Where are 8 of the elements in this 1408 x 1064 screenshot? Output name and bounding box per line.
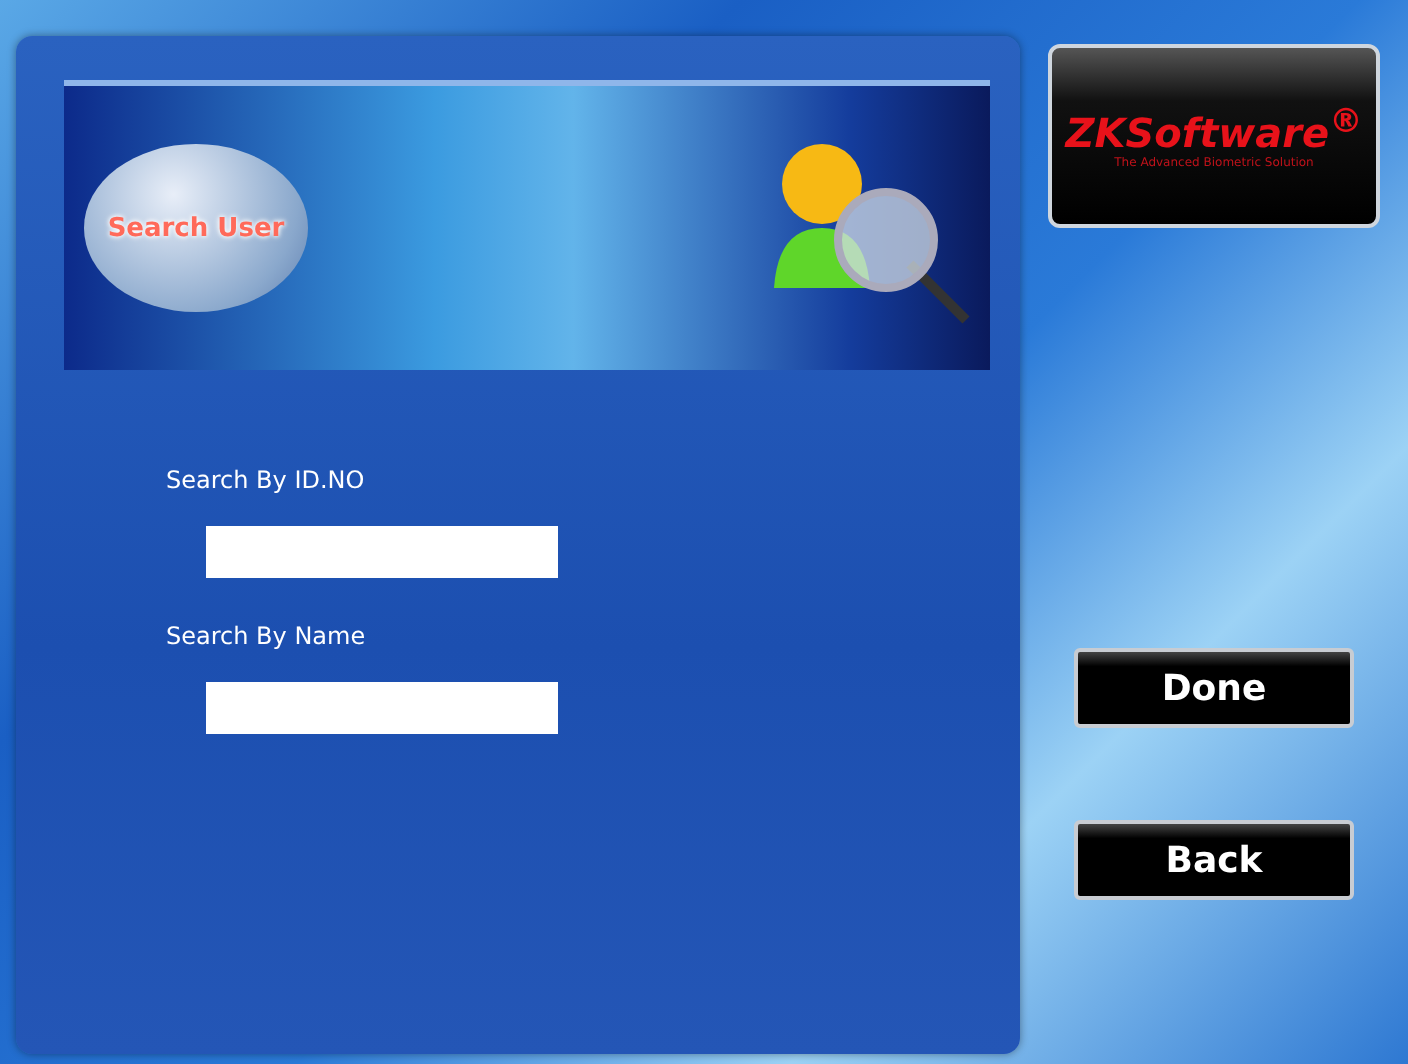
field-label: Search By ID.NO [166,466,367,494]
page-title: Search User [107,213,285,243]
field-label: Search By Name [166,622,368,650]
logo-brand: ZKSoftware$^{®}$ [1065,101,1363,157]
back-button[interactable]: Back [1074,820,1354,900]
done-button[interactable]: Done [1074,648,1354,728]
input-field[interactable] [206,526,558,578]
input-field[interactable] [206,682,558,734]
